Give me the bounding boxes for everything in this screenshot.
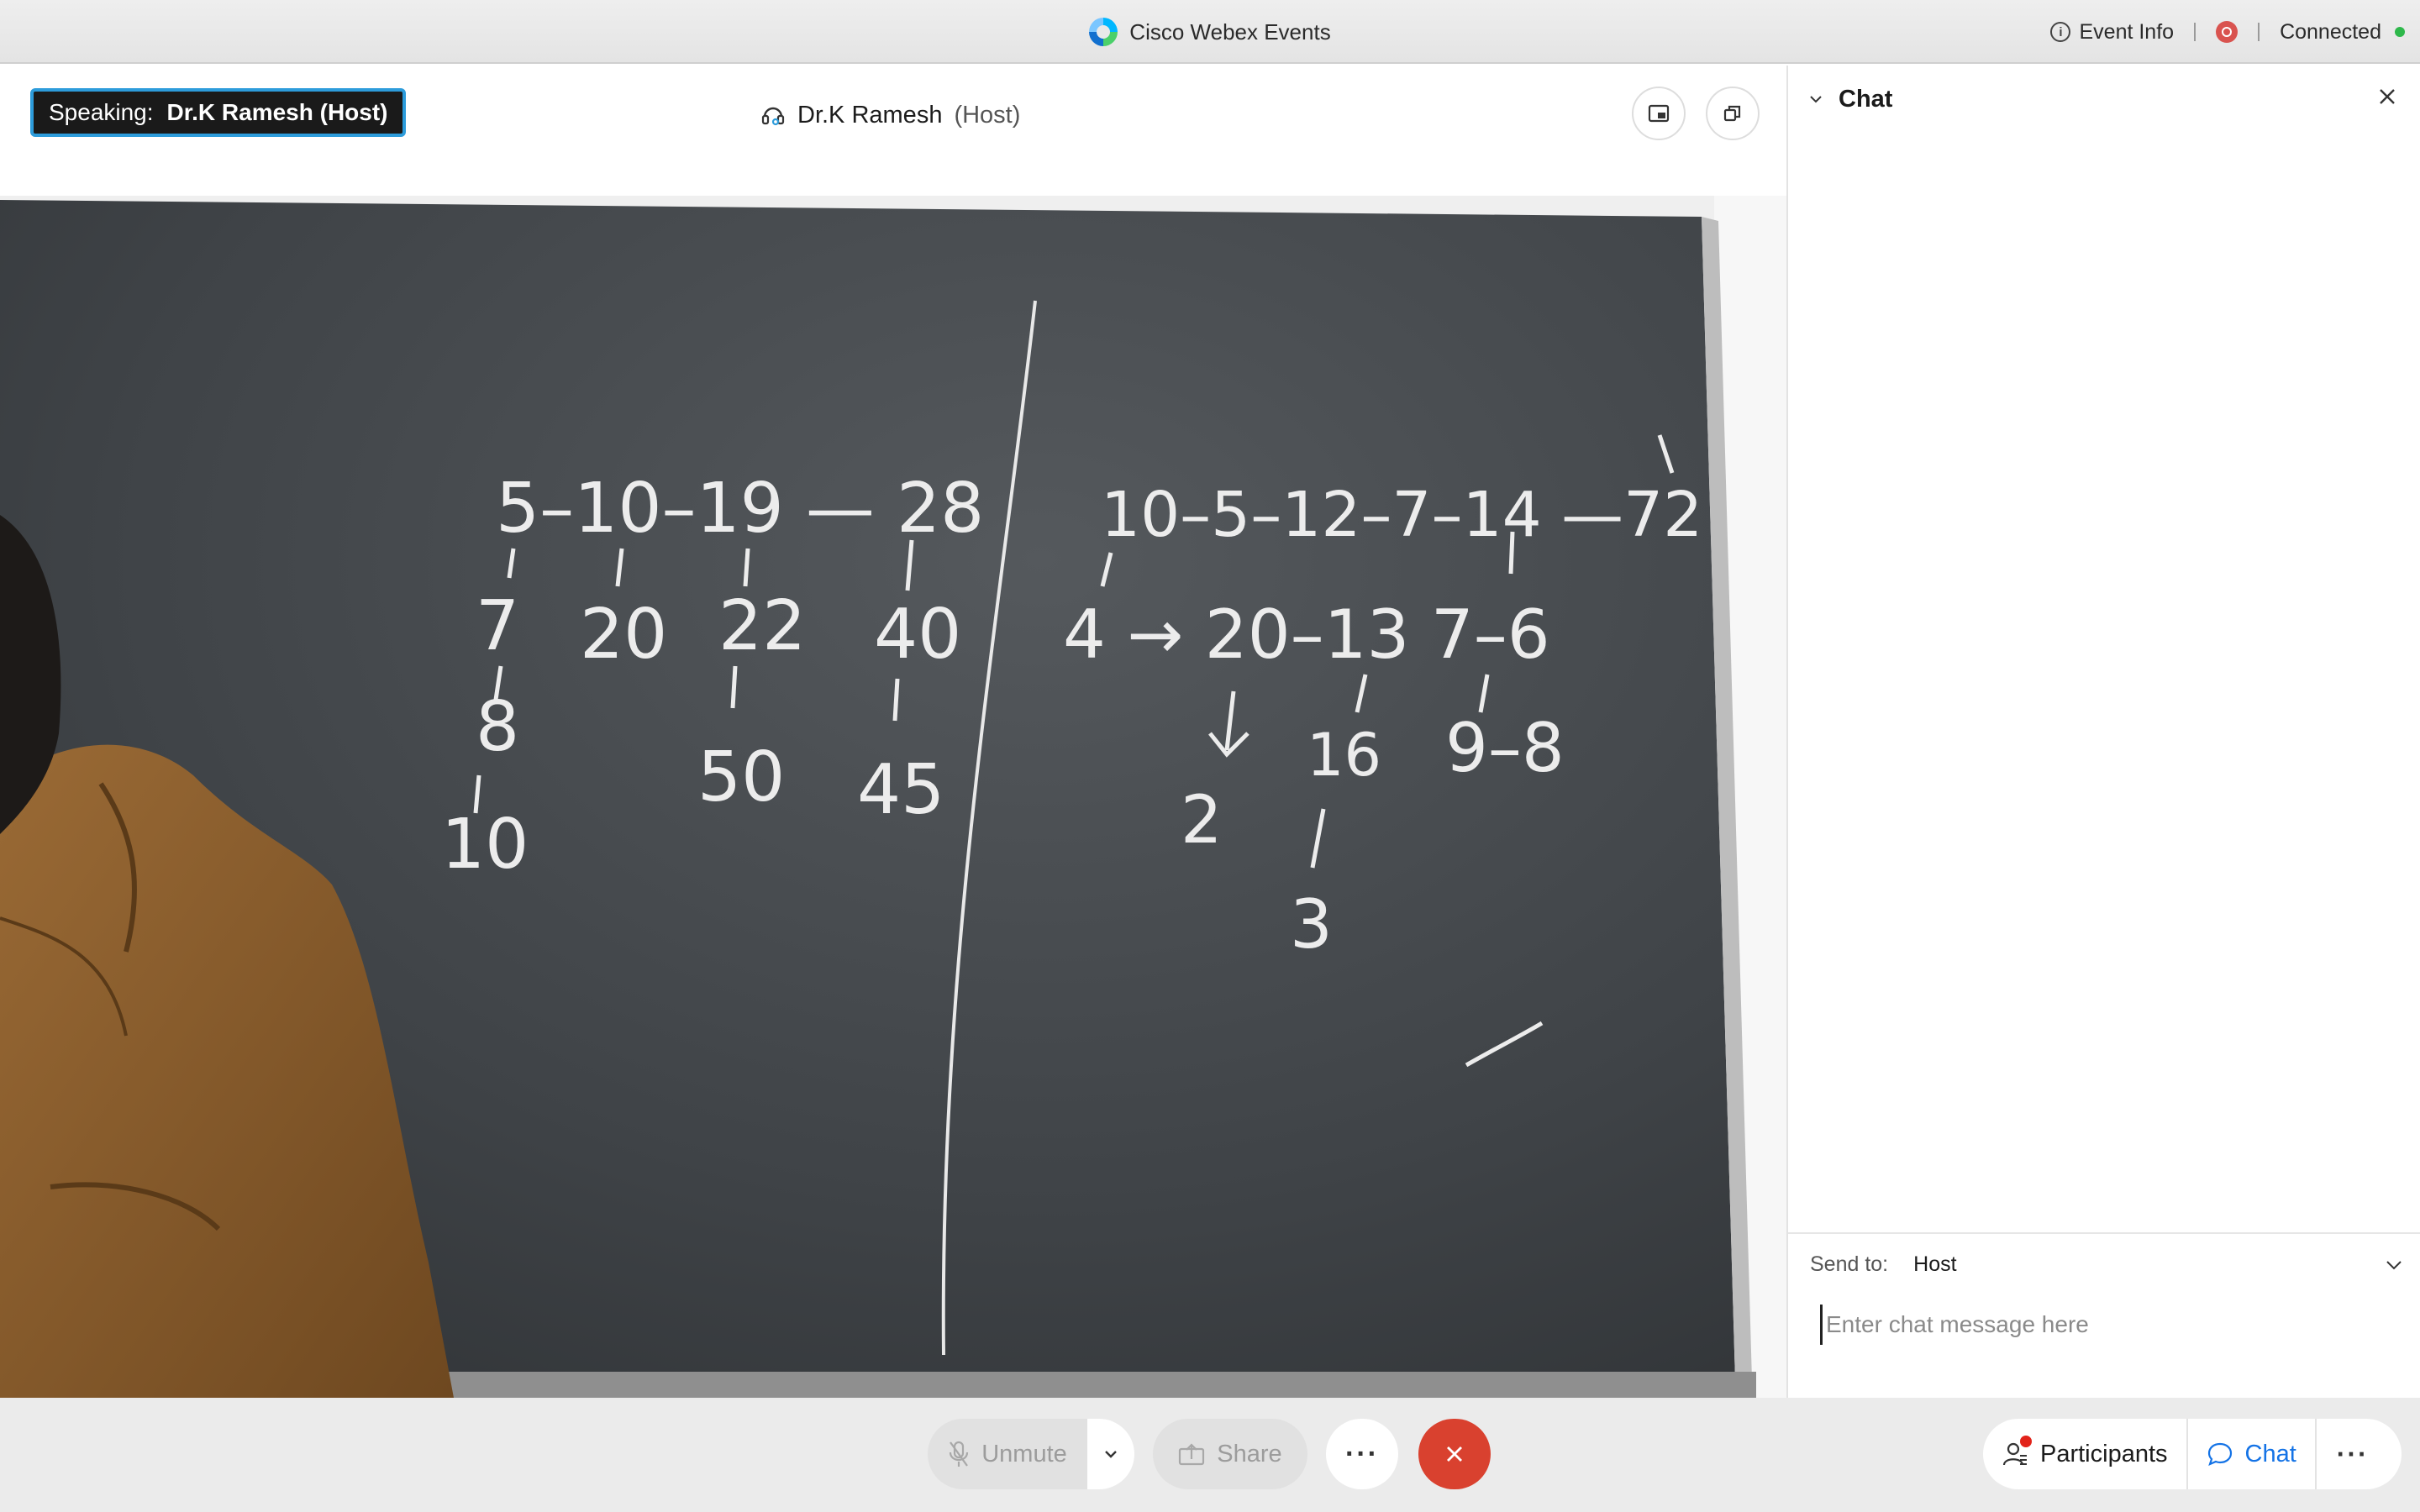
- speaking-prefix: Speaking:: [49, 99, 154, 125]
- chalk-left-45: 45: [857, 750, 944, 830]
- more-panels-icon: ···: [2336, 1438, 2369, 1469]
- leave-meeting-button[interactable]: [1418, 1419, 1491, 1489]
- video-stage: Speaking: Dr.K Ramesh (Host) Dr.K Ramesh…: [0, 66, 1786, 1398]
- more-icon: ···: [1345, 1437, 1379, 1470]
- divider: [2194, 23, 2196, 41]
- chat-panel-title: Chat: [1839, 85, 1893, 113]
- pop-out-button[interactable]: [1706, 87, 1760, 140]
- active-speaker-label: Dr.K Ramesh (Host): [760, 94, 1020, 136]
- window-titlebar: Cisco Webex Events i Event Info Connecte…: [0, 0, 2420, 64]
- chalk-right-top-row: 10–5–12–7–14 —72: [1101, 479, 1702, 551]
- unmute-button[interactable]: Unmute: [928, 1419, 1087, 1489]
- chevron-down-icon: [1105, 1451, 1117, 1458]
- chalk-left-40: 40: [874, 595, 961, 675]
- chat-compose-area: Send to: Host: [1788, 1232, 2420, 1398]
- unmute-label: Unmute: [981, 1440, 1067, 1467]
- chalk-left-7: 7: [476, 586, 519, 666]
- record-icon[interactable]: [2216, 21, 2238, 43]
- event-info-button[interactable]: i Event Info: [2050, 20, 2174, 45]
- chat-bubble-icon: [2207, 1442, 2232, 1466]
- chalk-right-2: 2: [1181, 783, 1223, 858]
- share-icon: [1179, 1443, 1205, 1466]
- webex-logo-icon: [1089, 18, 1118, 46]
- chalk-left-22: 22: [718, 586, 806, 666]
- connection-dot-icon: [2395, 27, 2405, 37]
- share-label: Share: [1217, 1440, 1282, 1467]
- chevron-down-icon[interactable]: [1808, 92, 1823, 107]
- send-to-selector[interactable]: Send to: Host: [1810, 1252, 1957, 1277]
- active-speaker-name: Dr.K Ramesh: [797, 101, 943, 129]
- close-icon: [1447, 1446, 1462, 1462]
- chat-message-input[interactable]: [1820, 1305, 2391, 1345]
- chalk-right-9-8: 9–8: [1445, 709, 1565, 787]
- chalk-left-10: 10: [441, 805, 529, 885]
- send-to-value: Host: [1913, 1252, 1957, 1276]
- more-panels-button[interactable]: ···: [2317, 1419, 2389, 1489]
- chalk-right-row2: 4 → 20–13 7–6: [1063, 596, 1550, 674]
- picture-in-picture-button[interactable]: [1632, 87, 1686, 140]
- app-title-text: Cisco Webex Events: [1129, 18, 1331, 45]
- notification-badge: [2020, 1436, 2032, 1447]
- send-to-label: Send to:: [1810, 1252, 1889, 1276]
- chat-toggle-button[interactable]: Chat: [2188, 1419, 2315, 1489]
- more-options-button[interactable]: ···: [1326, 1419, 1398, 1489]
- active-speaker-role: (Host): [954, 101, 1021, 129]
- meeting-control-bar: Unmute Share ··· Participants Chat ···: [0, 1398, 2420, 1512]
- chat-panel: Chat Send to: Host: [1786, 66, 2420, 1398]
- chalk-left-50: 50: [697, 738, 785, 817]
- chalk-right-16: 16: [1307, 721, 1381, 790]
- info-icon: i: [2050, 22, 2071, 42]
- chalk-left-20: 20: [580, 595, 667, 675]
- pop-out-icon: [1723, 105, 1741, 122]
- connection-status-label: Connected: [2280, 19, 2381, 44]
- participants-label: Participants: [2040, 1440, 2168, 1467]
- titlebar-status-area: i Event Info Connected: [2050, 0, 2405, 64]
- chalk-right-3: 3: [1290, 885, 1333, 963]
- microphone-muted-icon: [950, 1441, 969, 1467]
- participants-button[interactable]: Participants: [1983, 1419, 2186, 1489]
- speaking-indicator: Speaking: Dr.K Ramesh (Host): [30, 88, 407, 137]
- close-icon[interactable]: [2376, 86, 2398, 108]
- chevron-down-icon[interactable]: [2385, 1256, 2403, 1274]
- chat-panel-header[interactable]: Chat: [1808, 81, 1892, 118]
- picture-in-picture-icon: [1648, 104, 1670, 123]
- headset-icon: [761, 107, 785, 126]
- panel-toggle-group: Participants Chat ···: [1983, 1419, 2402, 1489]
- chat-toggle-label: Chat: [2244, 1440, 2296, 1467]
- speaking-name: Dr.K Ramesh (Host): [166, 99, 388, 125]
- divider: [2258, 23, 2260, 41]
- audio-options-button[interactable]: [1087, 1419, 1134, 1489]
- chalk-left-main-row: 5–10–19 — 28: [496, 469, 984, 549]
- connection-status: Connected: [2280, 20, 2405, 45]
- video-feed: 5–10–19 — 28 7 8 10 20 22 50 40 45 10–5–…: [0, 196, 1786, 1398]
- event-info-label: Event Info: [2079, 19, 2175, 44]
- participants-icon-wrap: [2002, 1436, 2032, 1467]
- share-button[interactable]: Share: [1153, 1419, 1307, 1489]
- blackboard-video: 5–10–19 — 28 7 8 10 20 22 50 40 45 10–5–…: [0, 196, 1786, 1398]
